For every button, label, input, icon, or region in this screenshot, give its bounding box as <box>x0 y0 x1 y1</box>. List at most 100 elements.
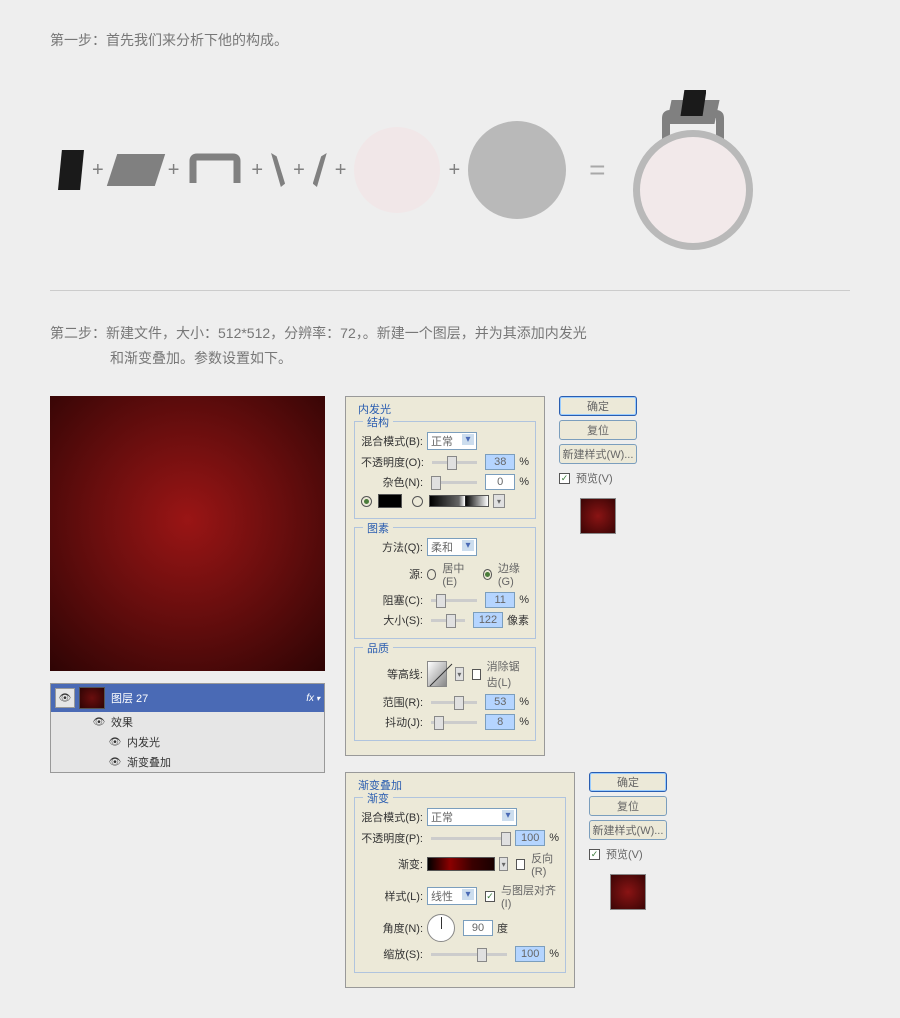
equals-icon: = <box>589 154 605 186</box>
choke-slider[interactable] <box>431 599 477 602</box>
shape-bracket <box>187 153 243 187</box>
watch-composite <box>628 90 758 250</box>
opacity-slider[interactable] <box>432 461 477 464</box>
opacity-input[interactable]: 100 <box>515 830 545 846</box>
range-input[interactable]: 53 <box>485 694 515 710</box>
angle-dial[interactable] <box>427 914 455 942</box>
shape-gray-parallelogram <box>106 154 164 186</box>
noise-input[interactable]: 0 <box>485 474 515 490</box>
style-select[interactable]: 线性 <box>427 887 477 905</box>
jitter-input[interactable]: 8 <box>485 714 515 730</box>
size-unit: 像素 <box>507 612 529 628</box>
antialiased-label: 消除锯齿(L) <box>487 658 529 690</box>
jitter-label: 抖动(J): <box>361 714 423 730</box>
scale-slider[interactable] <box>431 953 507 956</box>
preview-checkbox[interactable] <box>589 849 600 860</box>
jitter-slider[interactable] <box>431 721 477 724</box>
scale-input[interactable]: 100 <box>515 946 545 962</box>
new-style-button[interactable]: 新建样式(W)... <box>589 820 667 840</box>
fieldset-structure-legend: 结构 <box>363 414 393 430</box>
choke-input[interactable]: 11 <box>485 592 515 608</box>
blend-mode-select[interactable]: 正常 <box>427 432 477 450</box>
shape-blade-left <box>271 153 285 187</box>
new-style-button[interactable]: 新建样式(W)... <box>559 444 637 464</box>
composition-diagram: + + + + + + = <box>50 90 850 250</box>
size-input[interactable]: 122 <box>473 612 503 628</box>
contour-dropdown-icon[interactable]: ▾ <box>455 667 464 681</box>
layer-row-active[interactable]: 👁 图层 27 fx▾ <box>51 684 324 712</box>
step1-title: 第一步：首先我们来分析下他的构成。 <box>50 30 850 50</box>
source-edge-radio[interactable] <box>483 569 492 580</box>
color-radio[interactable] <box>361 496 372 507</box>
reset-button[interactable]: 复位 <box>559 420 637 440</box>
range-slider[interactable] <box>431 701 477 704</box>
shape-light-circle <box>354 127 440 213</box>
contour-picker[interactable] <box>427 661 447 687</box>
size-slider[interactable] <box>431 619 465 622</box>
effects-header-row[interactable]: 👁效果 <box>51 712 324 732</box>
angle-unit: 度 <box>497 920 508 936</box>
size-label: 大小(S): <box>361 612 423 628</box>
noise-label: 杂色(N): <box>361 474 423 490</box>
noise-slider[interactable] <box>431 481 477 484</box>
section-divider <box>50 290 850 291</box>
style-preview-swatch <box>610 874 646 910</box>
plus-icon: + <box>92 159 104 182</box>
align-label: 与图层对齐(I) <box>501 882 559 910</box>
align-checkbox[interactable] <box>485 891 495 902</box>
angle-label: 角度(N): <box>361 920 423 936</box>
glow-color-swatch[interactable] <box>378 494 402 508</box>
inner-glow-panel: 内发光 结构 混合模式(B): 正常 不透明度(O): 38 % <box>345 396 545 756</box>
plus-icon: + <box>293 159 305 182</box>
reverse-checkbox[interactable] <box>516 859 525 870</box>
gradient-dropdown-icon[interactable]: ▾ <box>499 857 508 871</box>
fieldset-gradient-legend: 渐变 <box>363 790 393 806</box>
ok-button[interactable]: 确定 <box>559 396 637 416</box>
blend-mode-label: 混合模式(B): <box>361 809 423 825</box>
dialog-buttons-2: 确定 复位 新建样式(W)... 预览(V) <box>589 772 667 910</box>
layers-panel: 👁 图层 27 fx▾ 👁效果 👁内发光 👁渐变叠加 <box>50 683 325 773</box>
opacity-input[interactable]: 38 <box>485 454 515 470</box>
angle-input[interactable]: 90 <box>463 920 493 936</box>
reverse-label: 反向(R) <box>531 850 559 878</box>
effect-grad-overlay-row[interactable]: 👁渐变叠加 <box>51 752 324 772</box>
gradient-overlay-panel: 渐变叠加 渐变 混合模式(B): 正常 不透明度(P): 100 % <box>345 772 575 988</box>
plus-icon: + <box>335 159 347 182</box>
antialiased-checkbox[interactable] <box>472 669 481 680</box>
shape-blade-right <box>313 153 327 187</box>
plus-icon: + <box>168 159 180 182</box>
method-select[interactable]: 柔和 <box>427 538 477 556</box>
eye-icon[interactable]: 👁 <box>59 693 72 704</box>
source-edge-label: 边缘(G) <box>498 560 529 588</box>
preview-label: 预览(V) <box>606 846 643 862</box>
style-label: 样式(L): <box>361 888 423 904</box>
style-preview-swatch <box>580 498 616 534</box>
gradient-dropdown-icon[interactable]: ▾ <box>493 494 505 508</box>
effect-inner-glow-row[interactable]: 👁内发光 <box>51 732 324 752</box>
plus-icon: + <box>251 159 263 182</box>
glow-gradient-bar[interactable] <box>429 495 489 507</box>
source-center-radio[interactable] <box>427 569 436 580</box>
reset-button[interactable]: 复位 <box>589 796 667 816</box>
shape-black-trapezoid <box>58 150 84 190</box>
opacity-slider[interactable] <box>431 837 507 840</box>
fieldset-quality-legend: 品质 <box>363 640 393 656</box>
choke-label: 阻塞(C): <box>361 592 423 608</box>
fx-indicator[interactable]: fx▾ <box>306 693 320 704</box>
layer-thumbnail <box>79 687 105 709</box>
blend-mode-label: 混合模式(B): <box>361 433 423 449</box>
gradient-label: 渐变: <box>361 856 423 872</box>
preview-label: 预览(V) <box>576 470 613 486</box>
gradient-radio[interactable] <box>412 496 423 507</box>
step2-title: 第二步：新建文件，大小：512*512，分辨率：72，。新建一个图层，并为其添加… <box>50 321 850 371</box>
dialog-buttons-1: 确定 复位 新建样式(W)... 预览(V) <box>559 396 637 534</box>
preview-checkbox[interactable] <box>559 473 570 484</box>
contour-label: 等高线: <box>361 666 423 682</box>
gradient-bar[interactable] <box>427 857 495 871</box>
source-center-label: 居中(E) <box>442 560 472 588</box>
opacity-label: 不透明度(P): <box>361 830 423 846</box>
ok-button[interactable]: 确定 <box>589 772 667 792</box>
source-label: 源: <box>361 566 423 582</box>
plus-icon: + <box>448 159 460 182</box>
red-gradient-preview <box>50 396 325 671</box>
